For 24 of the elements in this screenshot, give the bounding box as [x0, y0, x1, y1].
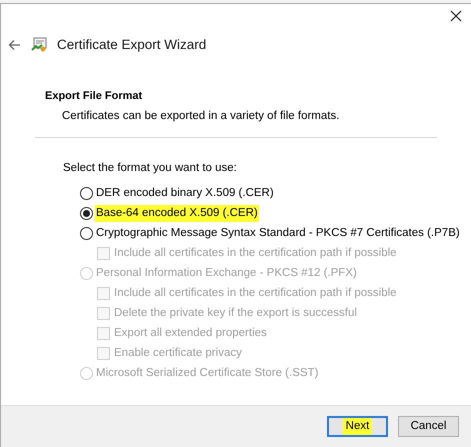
checkbox-label: Delete the private key if the export is successful	[114, 306, 357, 321]
radio-button[interactable]	[80, 186, 93, 200]
certificate-icon	[31, 37, 47, 54]
checkbox-label: Include all certificates in the certification path if possible	[114, 286, 397, 301]
wizard-button[interactable]: Cancel	[398, 416, 459, 437]
window-title: Certificate Export Wizard	[57, 36, 206, 54]
format-option-label: Microsoft Serialized Certificate Store (.SST)	[95, 366, 320, 381]
checkbox-label: Enable certificate privacy	[114, 346, 242, 361]
format-option-label: DER encoded binary X.509 (.CER)	[95, 186, 275, 201]
button-label-highlight: Cancel	[410, 418, 448, 434]
back-icon[interactable]	[8, 39, 21, 52]
radio-button[interactable]	[80, 226, 93, 240]
format-option-label: Cryptographic Message Syntax Standard - PKCS #7 Certificates (.P7B)	[95, 226, 461, 241]
button-label-highlight: Next	[342, 418, 372, 436]
page-description: Certificates can be exported in a variety of file formats.	[61, 108, 340, 124]
close-icon[interactable]	[449, 9, 463, 23]
radio-button[interactable]	[80, 206, 93, 220]
checkbox-label: Include all certificates in the certification path if possible	[114, 246, 397, 261]
checkbox-label: Export all extended properties	[114, 326, 267, 341]
format-option-label: Personal Information Exchange - PKCS #12 (.PFX)	[95, 266, 358, 281]
wizard-button[interactable]: Next	[327, 416, 388, 437]
format-option-label: Base-64 encoded X.509 (.CER)	[95, 204, 259, 222]
page-heading: Export File Format	[45, 89, 144, 104]
format-prompt: Select the format you want to use:	[63, 161, 238, 176]
